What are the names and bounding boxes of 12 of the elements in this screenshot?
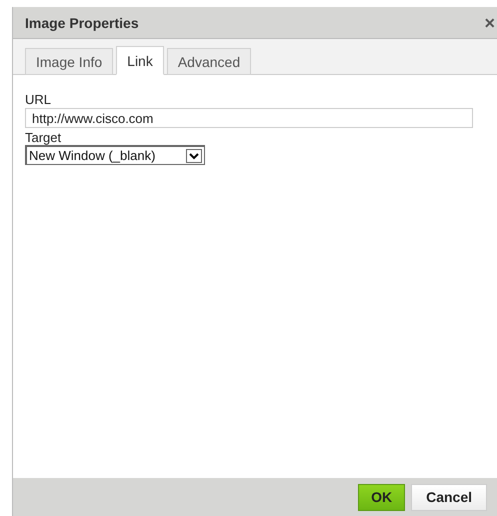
- tab[interactable]: Image Info: [25, 48, 114, 75]
- target-dropdown[interactable]: New Window (_blank): [25, 145, 205, 165]
- close-button[interactable]: ×: [482, 14, 497, 32]
- caret-icon: [186, 148, 202, 162]
- dialog-title: Image Properties: [25, 14, 139, 30]
- ok-button[interactable]: OK: [358, 484, 406, 510]
- tab[interactable]: Link: [116, 46, 164, 75]
- url-field[interactable]: http://www.cisco.com: [25, 108, 473, 128]
- tab[interactable]: Advanced: [166, 48, 252, 75]
- field-label: Target: [25, 130, 62, 145]
- field-label: URL: [25, 92, 52, 107]
- cancel-button[interactable]: Cancel: [411, 484, 487, 510]
